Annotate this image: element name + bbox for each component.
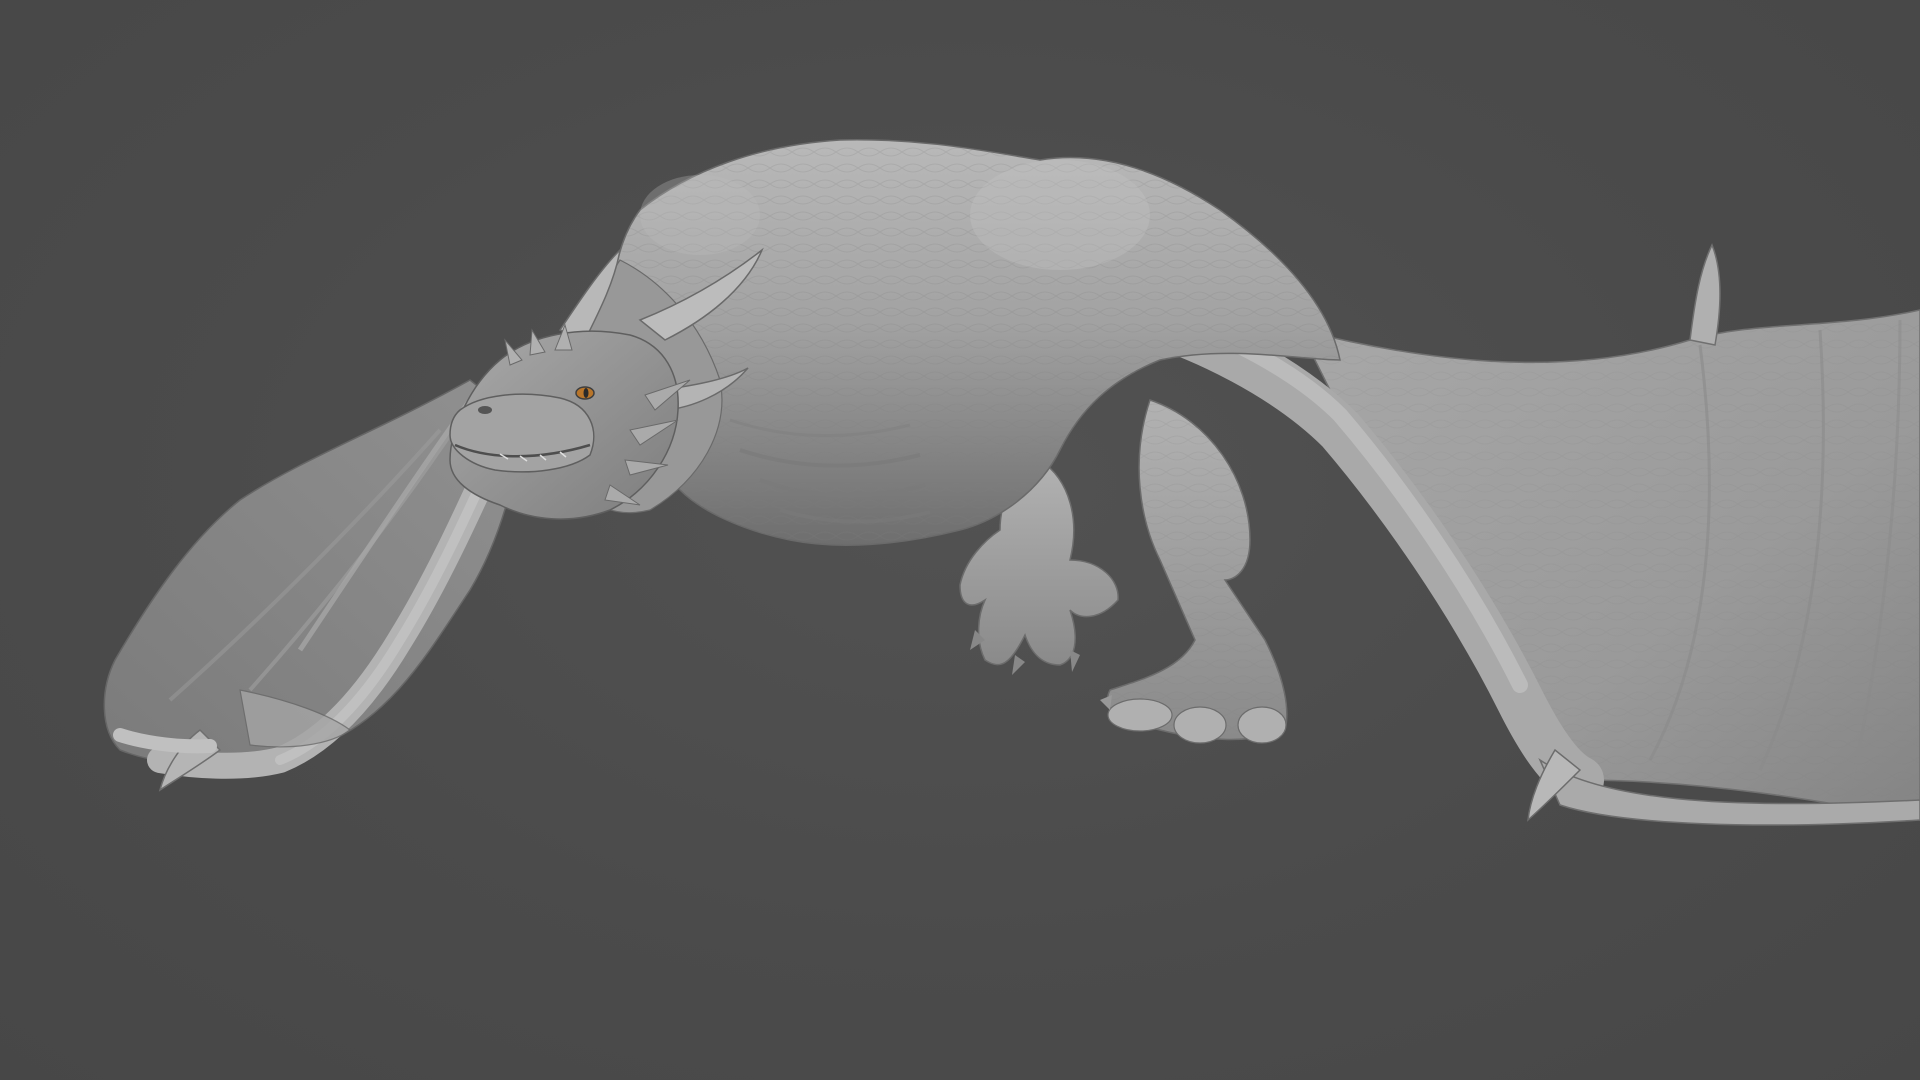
dragon-render <box>103 139 1920 826</box>
3d-viewport[interactable] <box>0 0 1920 1080</box>
hind-leg <box>1100 399 1288 744</box>
